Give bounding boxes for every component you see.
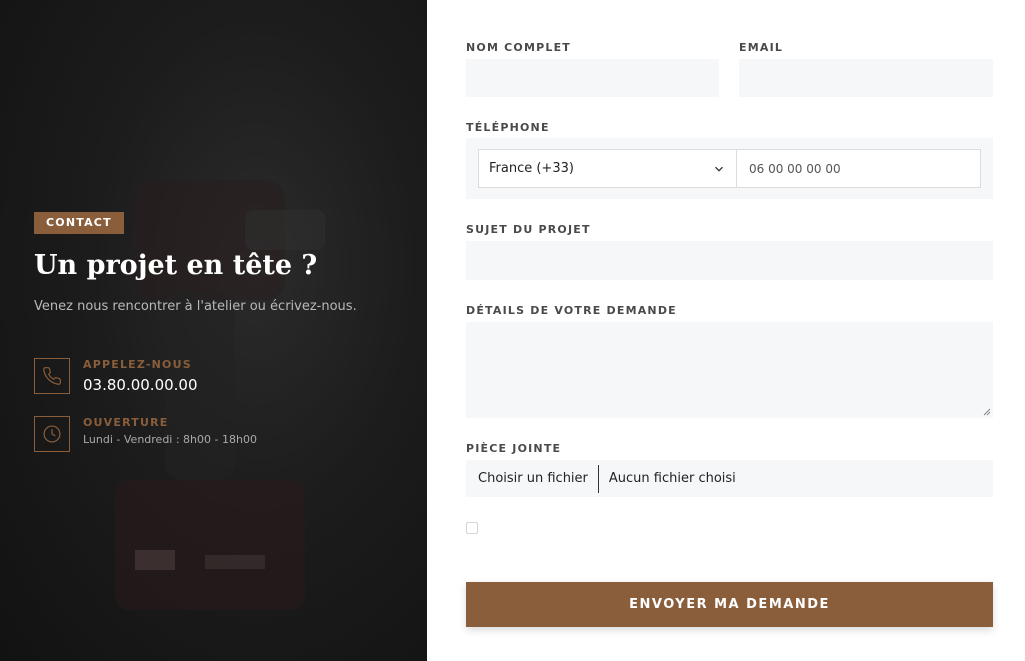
- choose-file-button[interactable]: Choisir un fichier: [466, 464, 599, 493]
- contact-badge: CONTACT: [34, 212, 124, 234]
- details-label: DÉTAILS DE VOTRE DEMANDE: [466, 304, 677, 317]
- phone-input[interactable]: 06 00 00 00 00: [736, 149, 981, 188]
- submit-button[interactable]: ENVOYER MA DEMANDE: [466, 582, 993, 627]
- phone-icon: [34, 358, 70, 394]
- phone-number[interactable]: 03.80.00.00.00: [83, 376, 198, 394]
- subject-input[interactable]: [466, 241, 993, 280]
- full-name-input[interactable]: [466, 59, 719, 97]
- resize-handle-icon[interactable]: [983, 408, 991, 416]
- details-textarea[interactable]: [466, 322, 993, 418]
- contact-info-panel: CONTACT Un projet en tête ? Venez nous r…: [0, 0, 427, 661]
- subject-label: SUJET DU PROJET: [466, 223, 591, 236]
- contact-form: NOM COMPLET EMAIL TÉLÉPHONE France (+33)…: [466, 0, 993, 661]
- chevron-down-icon: [715, 166, 723, 172]
- phone-field-group: France (+33) 06 00 00 00 00: [466, 138, 993, 199]
- hours-label: OUVERTURE: [83, 416, 169, 429]
- call-label: APPELEZ-NOUS: [83, 358, 192, 371]
- country-select-value: France (+33): [489, 161, 574, 176]
- email-input[interactable]: [739, 59, 993, 97]
- email-label: EMAIL: [739, 41, 784, 54]
- phone-label: TÉLÉPHONE: [466, 121, 550, 134]
- consent-checkbox[interactable]: [466, 522, 478, 534]
- clock-icon: [34, 416, 70, 452]
- file-status: Aucun fichier choisi: [608, 471, 736, 486]
- phone-input-placeholder: 06 00 00 00 00: [749, 161, 841, 176]
- page-title: Un projet en tête ?: [34, 250, 318, 281]
- attachment-label: PIÈCE JOINTE: [466, 442, 562, 455]
- page-subtitle: Venez nous rencontrer à l'atelier ou écr…: [34, 299, 357, 314]
- country-select[interactable]: France (+33): [478, 149, 736, 188]
- hours-value: Lundi - Vendredi : 8h00 - 18h00: [83, 433, 257, 446]
- attachment-input: Choisir un fichier Aucun fichier choisi: [466, 460, 993, 497]
- opening-hours-info: OUVERTURE Lundi - Vendredi : 8h00 - 18h0…: [34, 416, 257, 452]
- call-info: APPELEZ-NOUS 03.80.00.00.00: [34, 358, 198, 394]
- full-name-label: NOM COMPLET: [466, 41, 571, 54]
